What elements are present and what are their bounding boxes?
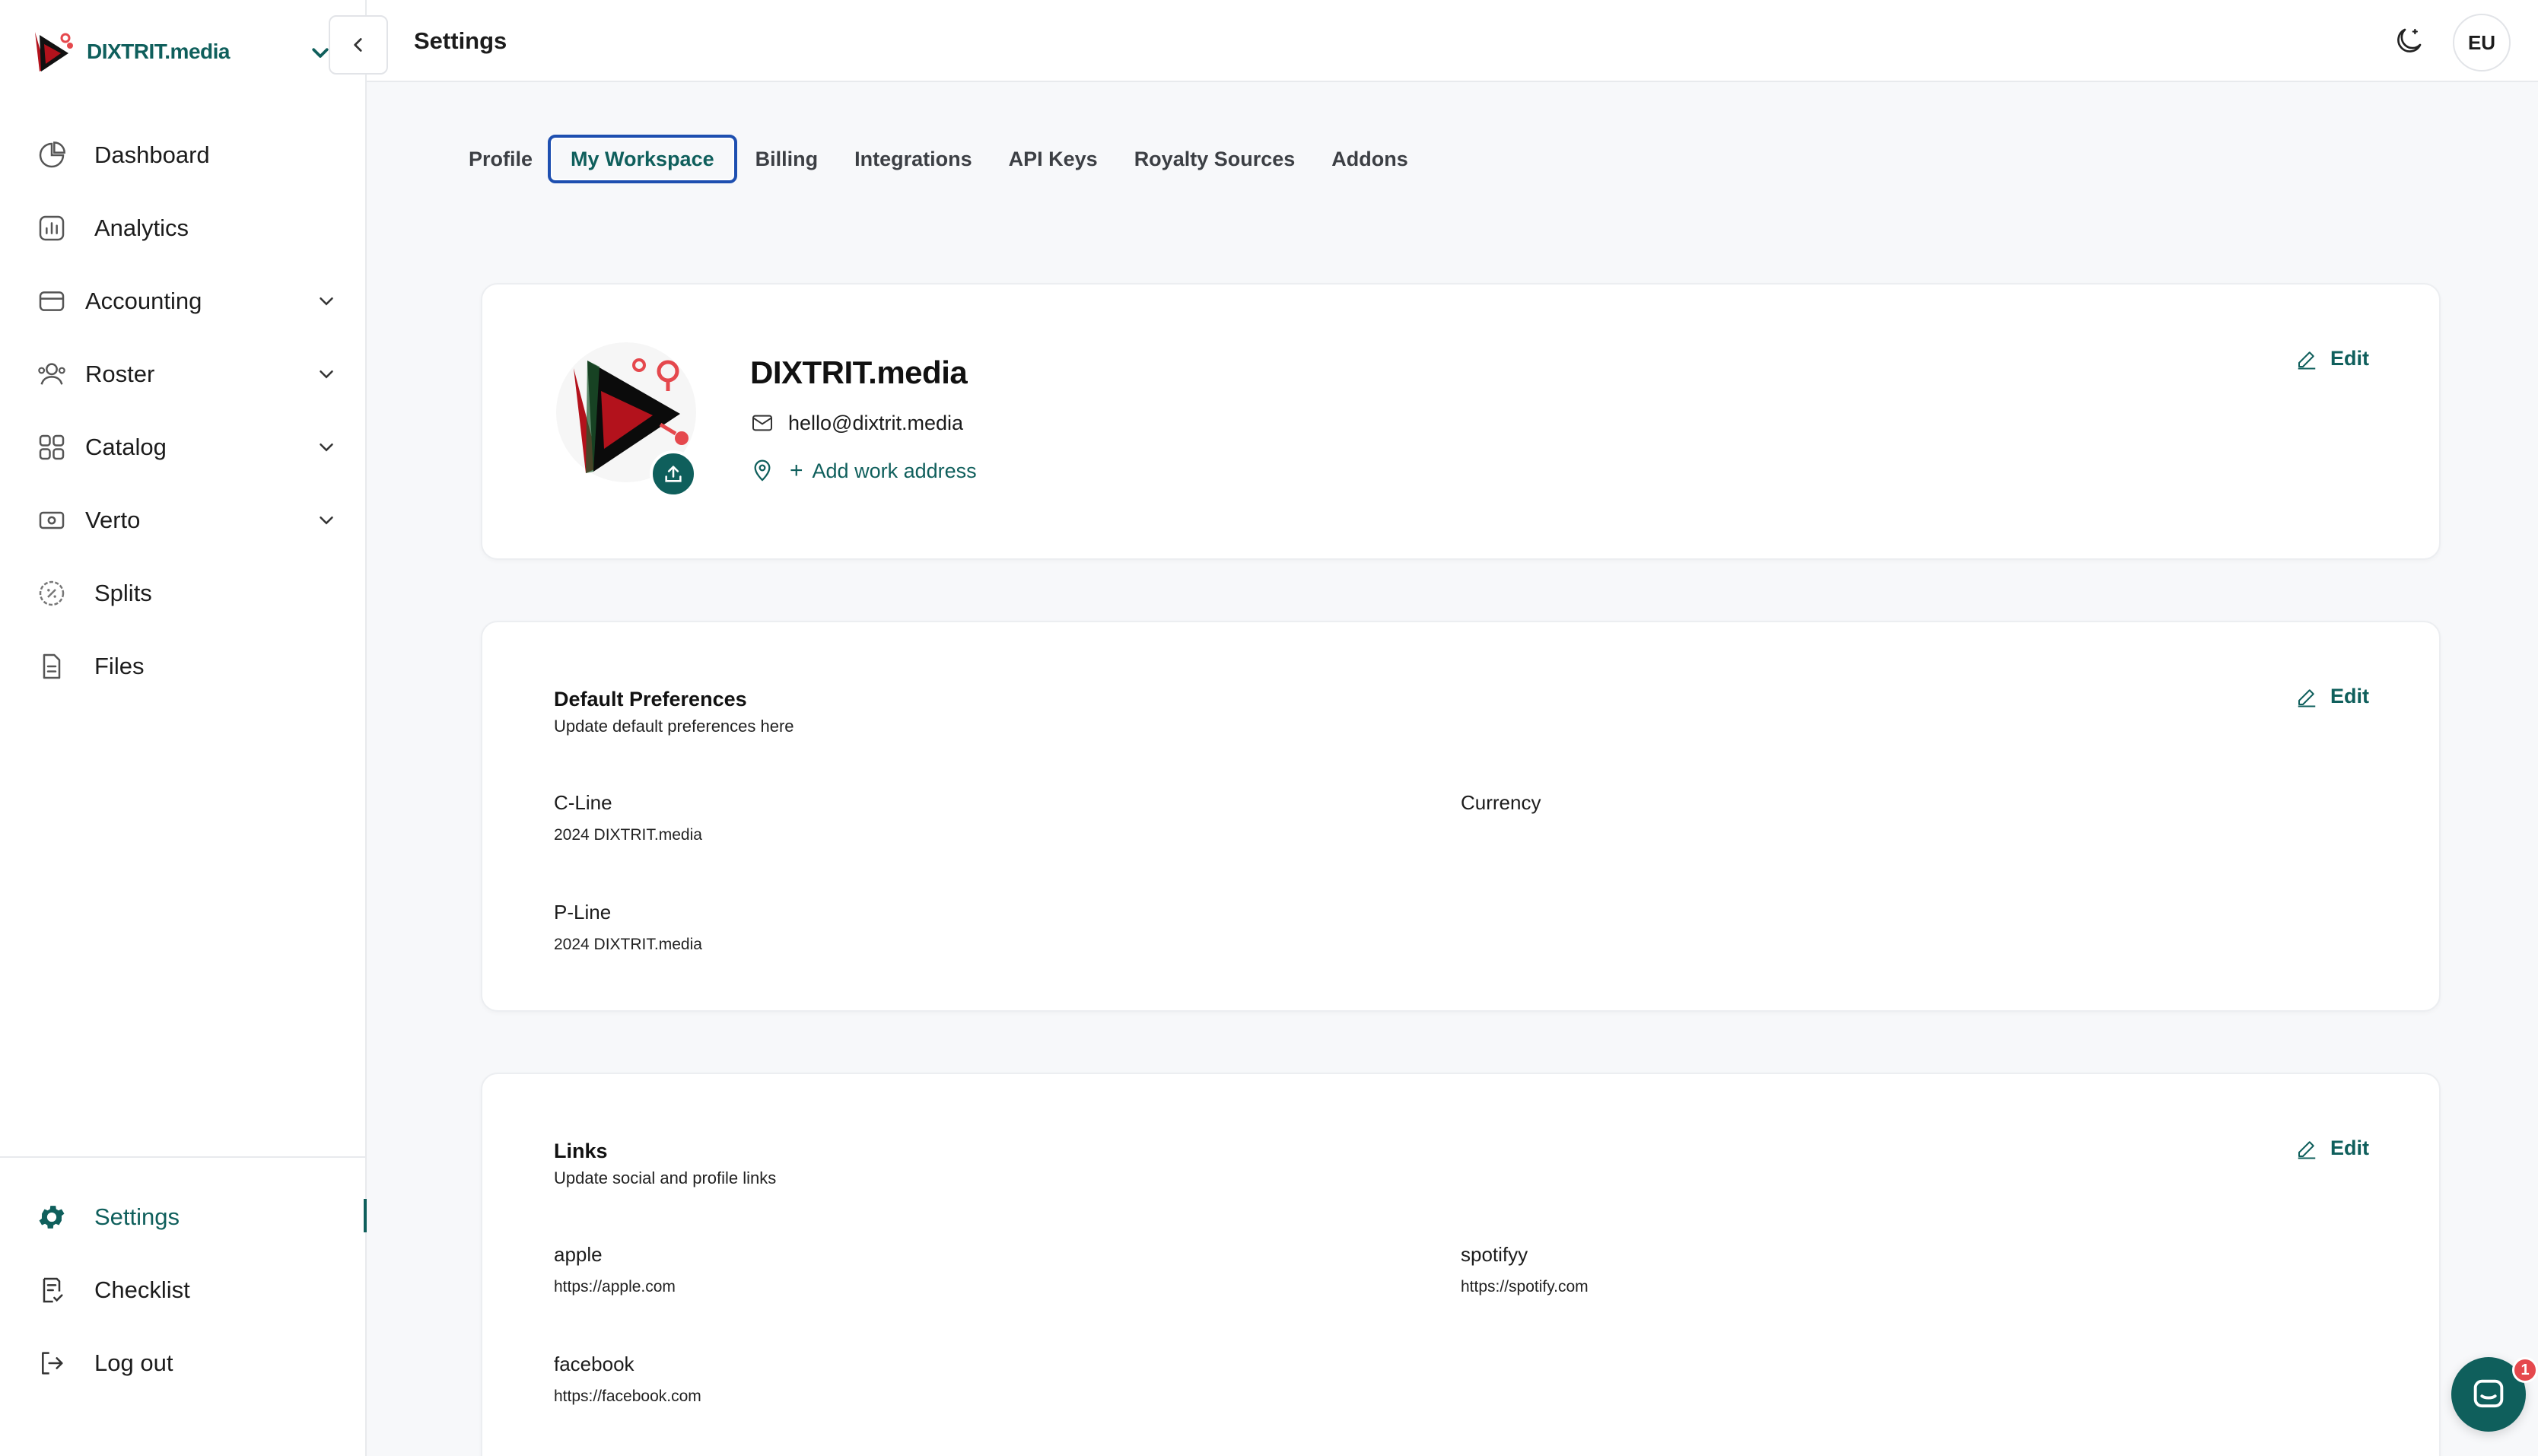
edit-links-button[interactable]: Edit <box>2295 1137 2369 1160</box>
section-subtitle: Update social and profile links <box>554 1168 777 1187</box>
tab-profile[interactable]: Profile <box>460 135 542 183</box>
active-indicator <box>364 1199 367 1232</box>
file-icon <box>35 650 68 683</box>
pencil-icon <box>2298 688 2316 707</box>
sidebar-item-accounting[interactable]: Accounting <box>0 265 367 338</box>
user-avatar[interactable]: EU <box>2453 14 2511 72</box>
collapse-sidebar-button[interactable] <box>329 15 388 75</box>
add-work-address-label: Add work address <box>812 459 977 482</box>
bar-chart-icon <box>35 211 68 245</box>
link-facebook-label: facebook <box>554 1353 634 1375</box>
workspace-profile-card: DIXTRIT.media hello@dixtrit.media + Add … <box>481 283 2441 560</box>
page-title: Settings <box>414 27 507 54</box>
tab-addons[interactable]: Addons <box>1322 135 1417 183</box>
sidebar-item-label: Checklist <box>94 1276 190 1303</box>
upload-logo-button[interactable] <box>650 450 697 498</box>
sidebar-item-label: Files <box>94 653 145 679</box>
edit-label: Edit <box>2330 685 2369 707</box>
users-icon <box>35 358 68 391</box>
edit-label: Edit <box>2330 347 2369 370</box>
top-bar: Settings EU <box>367 0 2538 82</box>
sidebar-item-label: Analytics <box>94 215 189 241</box>
sidebar-item-analytics[interactable]: Analytics <box>0 192 367 265</box>
default-preferences-card: Default Preferences Update default prefe… <box>481 621 2441 1012</box>
sidebar-item-dashboard[interactable]: Dashboard <box>0 119 367 192</box>
checklist-icon <box>35 1273 68 1307</box>
workspace-name-heading: DIXTRIT.media <box>750 354 968 390</box>
currency-label: Currency <box>1461 791 1541 814</box>
edit-workspace-button[interactable]: Edit <box>2295 347 2369 370</box>
chevron-down-icon <box>320 517 333 525</box>
section-subtitle: Update default preferences here <box>554 717 794 736</box>
sidebar-item-label: Roster <box>85 361 155 387</box>
gear-icon <box>35 1200 68 1234</box>
sidebar-item-label: Accounting <box>85 288 202 314</box>
link-apple-label: apple <box>554 1243 603 1266</box>
sidebar-item-label: Dashboard <box>94 141 210 168</box>
tab-my-workspace[interactable]: My Workspace <box>548 135 737 183</box>
cash-icon <box>35 504 68 537</box>
link-spotify-label: spotifyy <box>1461 1243 1528 1266</box>
workspace-name: DIXTRIT.media <box>87 40 230 63</box>
percent-badge-icon <box>35 577 68 610</box>
sidebar-item-logout[interactable]: Log out <box>0 1327 367 1400</box>
c-line-value: 2024 DIXTRIT.media <box>554 826 702 844</box>
map-pin-icon <box>754 459 771 482</box>
wallet-icon <box>35 285 68 318</box>
chevron-down-icon <box>320 370 333 379</box>
sidebar: DIXTRIT.media Dashboard Analytics Accoun… <box>0 0 367 1456</box>
links-card: Links Update social and profile links Ed… <box>481 1073 2441 1456</box>
section-title: Default Preferences <box>554 688 747 711</box>
upload-icon <box>665 466 682 482</box>
sidebar-nav: Dashboard Analytics Accounting Roster Ca… <box>0 119 367 703</box>
brand-logo-icon <box>35 32 73 72</box>
sidebar-item-catalog[interactable]: Catalog <box>0 411 367 484</box>
sidebar-item-checklist[interactable]: Checklist <box>0 1254 367 1327</box>
section-title: Links <box>554 1140 608 1162</box>
tab-api-keys[interactable]: API Keys <box>1000 135 1107 183</box>
mail-icon <box>752 415 772 431</box>
tab-royalty-sources[interactable]: Royalty Sources <box>1125 135 1305 183</box>
chevron-down-icon <box>320 297 333 306</box>
sidebar-item-label: Verto <box>85 507 141 533</box>
moon-icon <box>2397 28 2422 52</box>
chevron-down-icon <box>320 443 333 452</box>
p-line-label: P-Line <box>554 901 612 924</box>
sidebar-item-label: Catalog <box>85 434 167 460</box>
sidebar-item-settings[interactable]: Settings <box>0 1181 367 1254</box>
theme-toggle-button[interactable] <box>2390 23 2427 59</box>
link-spotify-url[interactable]: https://spotify.com <box>1461 1278 1589 1296</box>
workspace-switcher[interactable]: DIXTRIT.media <box>30 26 332 78</box>
tab-integrations[interactable]: Integrations <box>845 135 981 183</box>
tab-billing[interactable]: Billing <box>746 135 828 183</box>
edit-preferences-button[interactable]: Edit <box>2295 685 2369 708</box>
link-apple-url[interactable]: https://apple.com <box>554 1278 676 1296</box>
p-line-value: 2024 DIXTRIT.media <box>554 936 702 953</box>
settings-tabs: Profile My Workspace Billing Integration… <box>460 131 1436 187</box>
c-line-label: C-Line <box>554 791 612 814</box>
sidebar-item-verto[interactable]: Verto <box>0 484 367 557</box>
pencil-icon <box>2298 1140 2316 1159</box>
notification-badge: 1 <box>2512 1357 2538 1383</box>
workspace-email: hello@dixtrit.media <box>750 411 963 435</box>
plus-icon: + <box>790 458 803 483</box>
grid-icon <box>35 431 68 464</box>
pencil-icon <box>2298 351 2316 369</box>
sidebar-item-splits[interactable]: Splits <box>0 557 367 630</box>
sidebar-divider <box>0 1156 367 1158</box>
sidebar-item-label: Log out <box>94 1350 173 1376</box>
sidebar-item-label: Settings <box>94 1203 180 1230</box>
sidebar-item-label: Splits <box>94 580 152 606</box>
chevron-left-icon <box>354 38 362 52</box>
chat-icon <box>2473 1379 2504 1408</box>
sidebar-bottom-nav: Settings Checklist Log out <box>0 1181 367 1400</box>
edit-label: Edit <box>2330 1137 2369 1159</box>
link-facebook-url[interactable]: https://facebook.com <box>554 1388 701 1406</box>
workspace-email-text: hello@dixtrit.media <box>788 411 964 434</box>
logout-icon <box>35 1346 68 1380</box>
add-work-address-link[interactable]: + Add work address <box>750 458 977 484</box>
sidebar-item-roster[interactable]: Roster <box>0 338 367 411</box>
sidebar-item-files[interactable]: Files <box>0 630 367 703</box>
pie-chart-icon <box>35 138 68 172</box>
